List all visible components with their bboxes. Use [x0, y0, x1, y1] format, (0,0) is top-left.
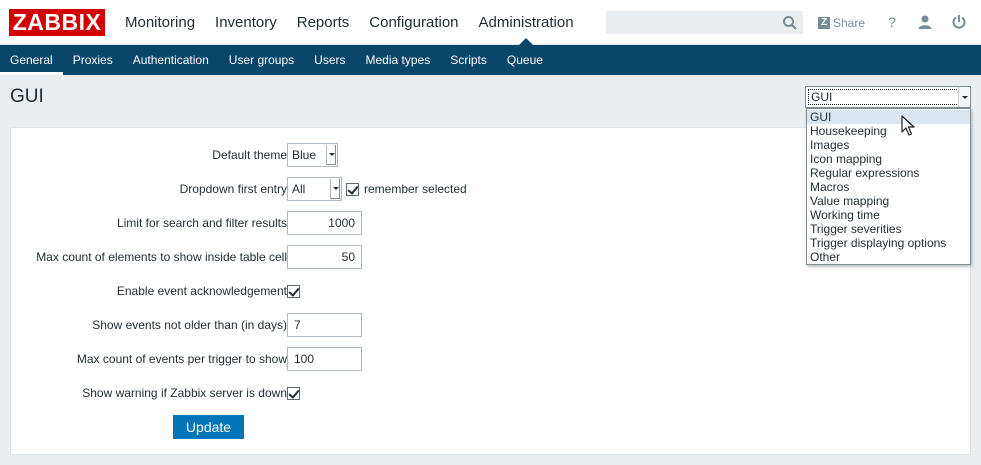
- subnav-scripts[interactable]: Scripts: [440, 45, 497, 75]
- nav-reports[interactable]: Reports: [287, 0, 360, 45]
- row-server-check: Show warning if Zabbix server is down: [11, 381, 971, 405]
- chevron-down-icon: [330, 179, 340, 199]
- search-icon[interactable]: [782, 15, 798, 31]
- top-header: ZABBIX Monitoring Inventory Reports Conf…: [0, 0, 981, 46]
- nav-inventory[interactable]: Inventory: [205, 0, 287, 45]
- remember-selected-checkbox[interactable]: [346, 182, 359, 196]
- user-icon[interactable]: [917, 14, 933, 30]
- subnav-users[interactable]: Users: [304, 45, 355, 75]
- option-regular-expressions[interactable]: Regular expressions: [807, 166, 970, 180]
- update-button[interactable]: Update: [173, 415, 244, 439]
- option-trigger-severities[interactable]: Trigger severities: [807, 222, 970, 236]
- subnav-user-groups[interactable]: User groups: [219, 45, 304, 75]
- subnav-media-types[interactable]: Media types: [356, 45, 441, 75]
- row-event-ack: Enable event acknowledgement: [11, 279, 971, 303]
- event-ack-label: Enable event acknowledgement: [116, 284, 287, 298]
- page-title: GUI: [10, 86, 44, 107]
- option-gui[interactable]: GUI: [807, 110, 970, 124]
- share-icon: Z: [818, 17, 830, 29]
- page-select-dropdown: GUI Housekeeping Images Icon mapping Reg…: [806, 108, 971, 265]
- search-limit-input[interactable]: [287, 211, 362, 235]
- chevron-down-icon: [326, 145, 336, 165]
- option-working-time[interactable]: Working time: [807, 208, 970, 222]
- help-icon[interactable]: ?: [884, 14, 900, 30]
- option-images[interactable]: Images: [807, 138, 970, 152]
- subnav-proxies[interactable]: Proxies: [63, 45, 123, 75]
- event-show-max-input[interactable]: [287, 347, 362, 371]
- sub-nav: General Proxies Authentication User grou…: [0, 45, 981, 75]
- option-icon-mapping[interactable]: Icon mapping: [807, 152, 970, 166]
- event-expire-input[interactable]: [287, 313, 362, 337]
- share-button[interactable]: Z Share: [818, 15, 865, 31]
- power-icon[interactable]: [951, 14, 967, 30]
- option-housekeeping[interactable]: Housekeeping: [807, 124, 970, 138]
- page-select[interactable]: GUI: [805, 86, 971, 108]
- default-theme-select[interactable]: Blue: [287, 143, 338, 167]
- share-label: Share: [833, 16, 866, 30]
- search-input[interactable]: [607, 12, 777, 33]
- nav-monitoring[interactable]: Monitoring: [115, 0, 205, 45]
- dropdown-first-entry-select[interactable]: All: [287, 177, 342, 201]
- option-macros[interactable]: Macros: [807, 180, 970, 194]
- search-box: [606, 11, 803, 34]
- max-in-table-input[interactable]: [287, 245, 362, 269]
- event-expire-label: Show events not older than (in days): [92, 318, 287, 332]
- row-event-show-max: Max count of events per trigger to show: [11, 347, 971, 371]
- mouse-cursor-icon: [901, 115, 915, 136]
- subnav-queue[interactable]: Queue: [497, 45, 553, 75]
- page-select-value: GUI: [808, 89, 959, 105]
- nav-administration[interactable]: Administration: [469, 0, 584, 46]
- remember-selected-label: remember selected: [364, 182, 467, 196]
- row-event-expire: Show events not older than (in days): [11, 313, 971, 337]
- option-trigger-displaying-options[interactable]: Trigger displaying options: [807, 236, 970, 250]
- dropdown-first-entry-label: Dropdown first entry: [179, 182, 287, 196]
- max-in-table-label: Max count of elements to show inside tab…: [36, 250, 287, 264]
- server-check-label: Show warning if Zabbix server is down: [82, 386, 287, 400]
- nav-configuration[interactable]: Configuration: [359, 0, 468, 45]
- option-other[interactable]: Other: [807, 250, 970, 264]
- subnav-general[interactable]: General: [0, 45, 63, 75]
- event-ack-checkbox[interactable]: [287, 284, 300, 298]
- option-value-mapping[interactable]: Value mapping: [807, 194, 970, 208]
- default-theme-label: Default theme: [212, 148, 287, 162]
- main-nav: Monitoring Inventory Reports Configurati…: [115, 0, 584, 46]
- chevron-down-icon: [958, 87, 970, 107]
- subnav-authentication[interactable]: Authentication: [123, 45, 219, 75]
- search-limit-label: Limit for search and filter results: [116, 216, 287, 230]
- zabbix-logo[interactable]: ZABBIX: [9, 9, 105, 36]
- server-check-checkbox[interactable]: [287, 386, 300, 400]
- event-show-max-label: Max count of events per trigger to show: [76, 352, 287, 366]
